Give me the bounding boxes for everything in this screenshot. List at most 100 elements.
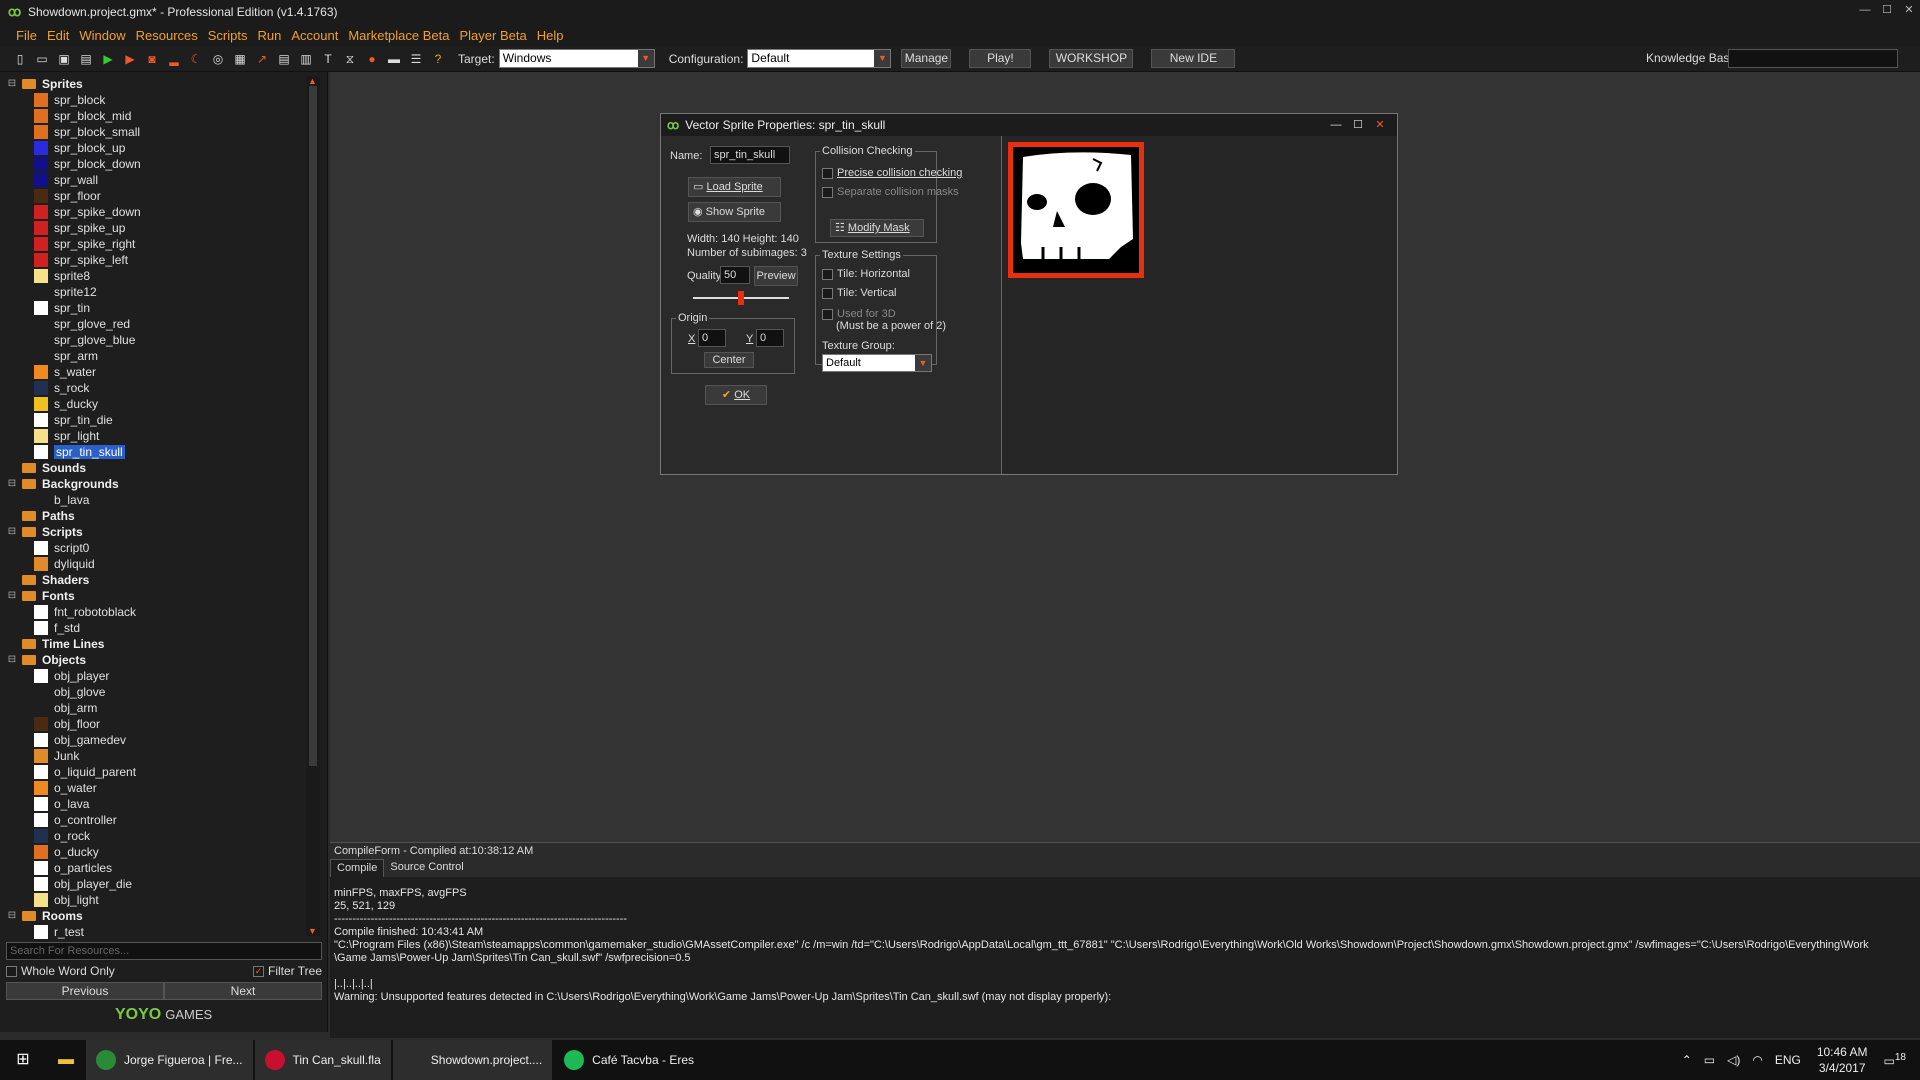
tree-item[interactable]: spr_spike_left <box>6 252 312 268</box>
list-icon[interactable]: ☰ <box>408 51 424 67</box>
scroll-down-icon[interactable]: ▼ <box>308 926 317 936</box>
tree-item[interactable]: spr_tin_skull <box>6 444 312 460</box>
tree-item[interactable]: spr_tin_die <box>6 412 312 428</box>
slider-thumb[interactable] <box>738 291 744 305</box>
checkbox-icon[interactable] <box>822 308 833 320</box>
stop-icon[interactable]: ◙ <box>144 51 160 67</box>
play-button[interactable]: Play! <box>969 49 1032 68</box>
menu-resources[interactable]: Resources <box>136 28 198 43</box>
tree-item[interactable]: o_particles <box>6 860 312 876</box>
tree-folder-backgrounds[interactable]: ⊟ Backgrounds <box>6 476 312 492</box>
menu-player-beta[interactable]: Player Beta <box>460 28 527 43</box>
chevron-up-icon[interactable]: ⌃ <box>1682 1053 1692 1067</box>
battery-icon[interactable]: ▭ <box>1704 1053 1715 1067</box>
previous-button[interactable]: Previous <box>6 982 164 1000</box>
tree-scrollbar[interactable]: ▲ ▼ <box>306 76 320 936</box>
tree-item[interactable]: o_ducky <box>6 844 312 860</box>
manage-button[interactable]: Manage <box>901 49 952 68</box>
collapse-icon[interactable]: ⊟ <box>6 78 18 90</box>
tree-item[interactable]: spr_spike_down <box>6 204 312 220</box>
tree-item[interactable]: obj_light <box>6 892 312 908</box>
language-indicator[interactable]: ENG <box>1775 1053 1801 1067</box>
tree-item[interactable]: s_rock <box>6 380 312 396</box>
expand-icon[interactable] <box>6 462 18 474</box>
tree-item[interactable]: spr_arm <box>6 348 312 364</box>
tree-folder-rooms[interactable]: ⊟ Rooms <box>6 908 312 924</box>
shader-icon[interactable]: ▥ <box>298 51 314 67</box>
texture-group-select[interactable]: Default ▼ <box>822 354 932 372</box>
tree-item[interactable]: o_controller <box>6 812 312 828</box>
workshop-button[interactable]: WORKSHOP <box>1049 49 1134 68</box>
taskbar-app[interactable]: Tin Can_skull.fla <box>254 1040 391 1080</box>
dialog-minimize-button[interactable]: — <box>1325 116 1347 134</box>
tree-item[interactable]: o_liquid_parent <box>6 764 312 780</box>
tree-item[interactable]: spr_block_mid <box>6 108 312 124</box>
volume-icon[interactable]: ◁) <box>1727 1053 1740 1067</box>
expand-icon[interactable] <box>6 574 18 586</box>
tree-folder-shaders[interactable]: Shaders <box>6 572 312 588</box>
tree-item[interactable]: r_test <box>6 924 312 940</box>
tree-folder-sounds[interactable]: Sounds <box>6 460 312 476</box>
ok-button[interactable]: ✔ OK <box>705 385 767 405</box>
whole-word-option[interactable]: Whole Word Only <box>6 964 115 978</box>
windows-start-icon[interactable]: ⊞ <box>0 1040 46 1080</box>
separate-masks-option[interactable]: Separate collision masks <box>822 186 959 198</box>
tile-horizontal-option[interactable]: Tile: Horizontal <box>822 268 910 280</box>
scrollbar-thumb[interactable] <box>309 86 317 766</box>
load-sprite-button[interactable]: ▭ Load Sprite <box>688 177 781 197</box>
file-explorer-icon[interactable]: ▬ <box>46 1040 86 1080</box>
new-file-icon[interactable]: ▯ <box>12 51 28 67</box>
sprite-icon[interactable]: ☾ <box>188 51 204 67</box>
dialog-titlebar[interactable]: ꝏ Vector Sprite Properties: spr_tin_skul… <box>661 114 1397 136</box>
tree-item[interactable]: fnt_robotoblack <box>6 604 312 620</box>
dialog-maximize-button[interactable]: ☐ <box>1347 116 1369 134</box>
tree-item[interactable]: spr_glove_blue <box>6 332 312 348</box>
quality-input[interactable]: 50 <box>720 266 750 284</box>
tab-compile[interactable]: Compile <box>330 859 385 877</box>
tree-item[interactable]: o_lava <box>6 796 312 812</box>
sound-icon[interactable]: ◎ <box>210 51 226 67</box>
checkbox-icon[interactable] <box>6 966 17 978</box>
tree-item[interactable]: o_water <box>6 780 312 796</box>
tree-folder-paths[interactable]: Paths <box>6 508 312 524</box>
menu-help[interactable]: Help <box>537 28 564 43</box>
tree-item[interactable]: spr_glove_red <box>6 316 312 332</box>
next-button[interactable]: Next <box>164 982 322 1000</box>
show-sprite-button[interactable]: ◉ Show Sprite <box>688 202 781 222</box>
tree-item[interactable]: spr_block_up <box>6 140 312 156</box>
export-icon[interactable]: ▤ <box>78 51 94 67</box>
script-icon[interactable]: ▤ <box>276 51 292 67</box>
taskbar-app[interactable]: Showdown.project.... <box>392 1040 553 1080</box>
clock[interactable]: 10:46 AM 3/4/2017 <box>1817 1044 1868 1076</box>
wifi-icon[interactable]: ◠ <box>1752 1053 1762 1067</box>
tree-folder-fonts[interactable]: ⊟ Fonts <box>6 588 312 604</box>
collapse-icon[interactable]: ⊟ <box>6 526 18 538</box>
menu-window[interactable]: Window <box>79 28 125 43</box>
tab-source-control[interactable]: Source Control <box>384 859 469 877</box>
tree-item[interactable]: sprite12 <box>6 284 312 300</box>
clean-icon[interactable]: ▂ <box>166 51 182 67</box>
room-icon[interactable]: ▬ <box>386 51 402 67</box>
open-folder-icon[interactable]: ▭ <box>34 51 50 67</box>
save-icon[interactable]: ▣ <box>56 51 72 67</box>
checkbox-checked-icon[interactable]: ✓ <box>252 966 264 978</box>
minimize-button[interactable]: — <box>1854 0 1876 20</box>
tile-vertical-option[interactable]: Tile: Vertical <box>822 287 897 299</box>
tree-item[interactable]: script0 <box>6 540 312 556</box>
maximize-button[interactable]: ☐ <box>1876 0 1898 20</box>
expand-icon[interactable] <box>6 638 18 650</box>
modify-mask-button[interactable]: ☷ Modify Mask <box>830 219 924 237</box>
tree-item[interactable]: spr_block <box>6 92 312 108</box>
origin-y-input[interactable]: 0 <box>756 329 784 347</box>
tree-item[interactable]: obj_glove <box>6 684 312 700</box>
background-icon[interactable]: ▦ <box>232 51 248 67</box>
sprite-name-input[interactable]: spr_tin_skull <box>710 146 790 164</box>
tree-item[interactable]: s_ducky <box>6 396 312 412</box>
tree-item[interactable]: obj_gamedev <box>6 732 312 748</box>
checkbox-icon[interactable] <box>822 287 833 299</box>
notifications-icon[interactable]: ▭18 <box>1884 1052 1906 1068</box>
tree-item[interactable]: spr_block_down <box>6 156 312 172</box>
filter-tree-option[interactable]: ✓ Filter Tree <box>252 964 322 978</box>
collapse-icon[interactable]: ⊟ <box>6 590 18 602</box>
used-for-3d-option[interactable]: Used for 3D <box>822 308 896 320</box>
